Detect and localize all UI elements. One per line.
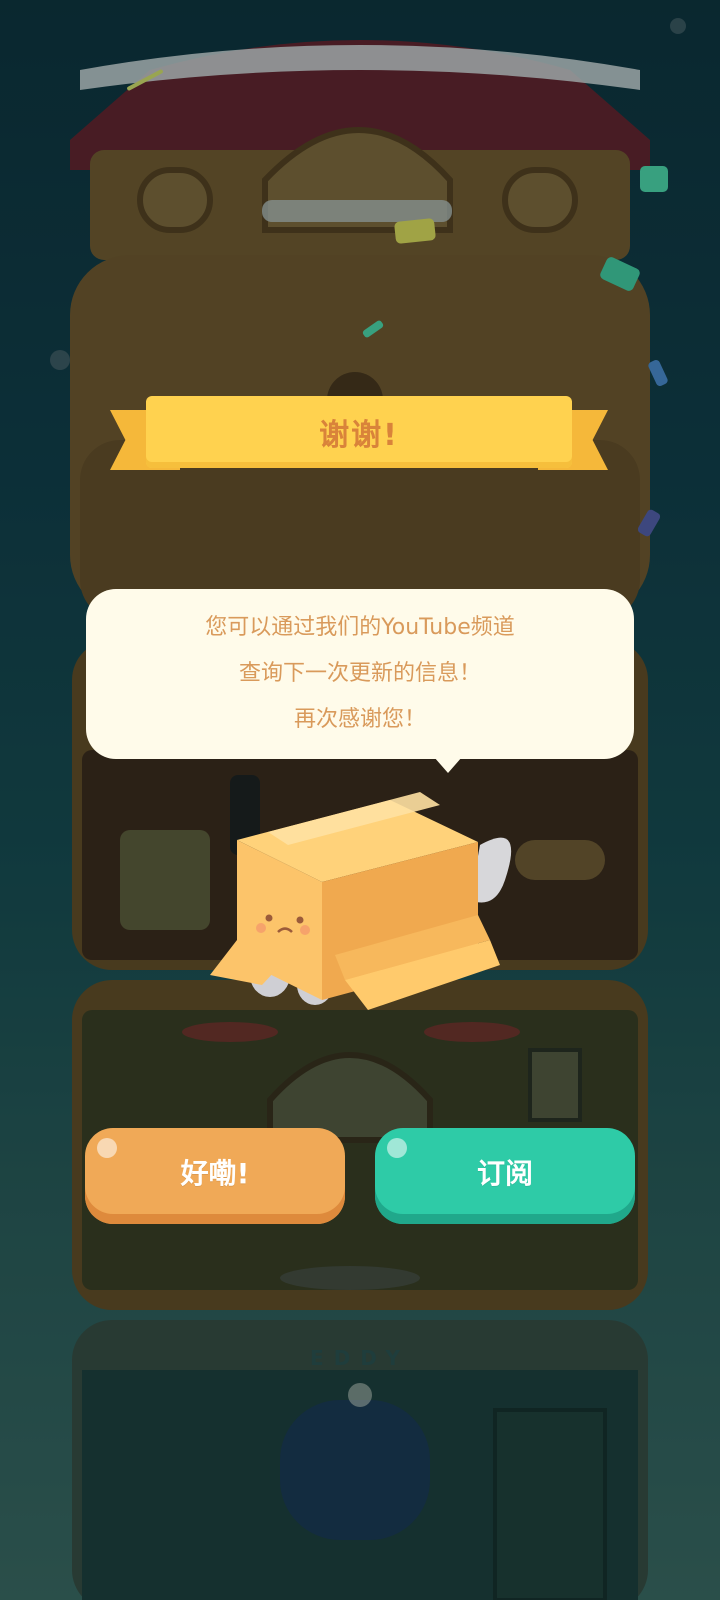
subscribe-button-label: 订阅 [476,1157,533,1190]
button-shine [97,1138,117,1158]
subscribe-button[interactable]: 订阅 [375,1128,635,1224]
cat-eye [296,916,304,924]
floor-name-label: EDDY [310,1346,410,1370]
ok-button-label: 好嘞! [180,1157,250,1190]
button-shine [387,1138,407,1158]
cat-eye [265,914,273,922]
ok-button[interactable]: 好嘞! [85,1128,345,1224]
